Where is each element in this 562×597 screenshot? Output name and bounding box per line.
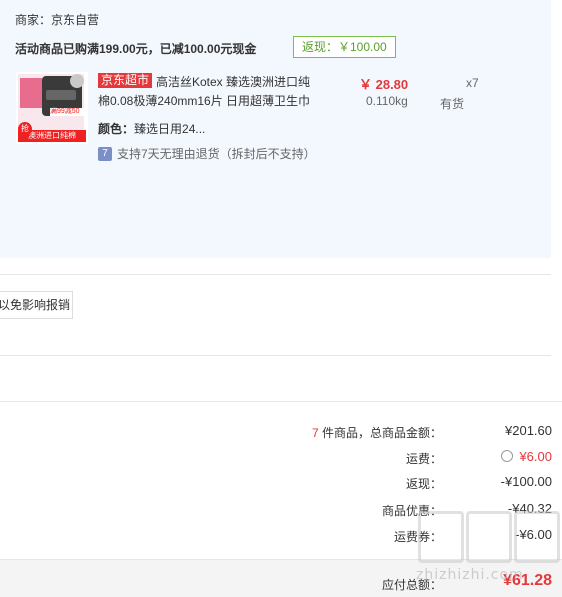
color-value: 臻选日用24...: [134, 122, 206, 136]
divider: [0, 274, 551, 275]
goods-count: 7: [311, 426, 319, 440]
jd-supermarket-tag: 京东超市: [98, 73, 153, 88]
goods-total: ¥201.60: [505, 423, 552, 438]
product-thumbnail[interactable]: 满99减50 澳洲进口纯棉 抢: [16, 72, 88, 144]
product-quantity: x7: [466, 76, 479, 90]
watermark-glyph: [466, 511, 512, 563]
thumbnail-promo-sticker: 满99减50: [50, 108, 84, 116]
merchant-label: 商家：京东自营: [15, 13, 100, 27]
goods-count-suffix: 件商品，总商品金额：: [318, 426, 442, 440]
color-label: 颜色：: [98, 122, 135, 136]
invoice-tip: 以免影响报销: [0, 291, 73, 319]
shipping-label: 运费：: [405, 452, 442, 466]
thumbnail-grab-badge: 抢: [18, 122, 32, 136]
divider: [0, 355, 551, 356]
promo-text: 活动商品已购满199.00元，已减100.00元现金: [15, 42, 257, 56]
return-policy-text: 支持7天无理由退货（拆封后不支持）: [117, 147, 316, 161]
payable-label: 应付总额：: [381, 578, 442, 592]
rebate-badge: 返现：￥100.00: [293, 36, 396, 58]
discount-label: 商品优惠：: [381, 504, 442, 518]
shipping-value: ¥6.00: [519, 449, 552, 464]
product-price: ￥ 28.80: [359, 77, 409, 92]
thumbnail-badge-circle: [70, 74, 84, 88]
total-bar: [0, 559, 562, 597]
divider: [0, 401, 562, 402]
clock-icon[interactable]: [501, 450, 514, 462]
stock-status: 有货: [440, 97, 465, 111]
return-policy-row: 7 支持7天无理由退货（拆封后不支持）: [98, 145, 316, 162]
rebate-value: -¥100.00: [500, 474, 552, 489]
thumbnail-pack-label: [46, 90, 76, 100]
thumbnail-pink-pack: [20, 78, 42, 108]
product-weight: 0.110kg: [366, 94, 408, 108]
shipping-value-wrap: ¥6.00: [501, 449, 552, 464]
return-policy-icon: 7: [98, 146, 112, 161]
color-row: 颜色：臻选日用24...: [98, 120, 205, 137]
payable-total: ¥61.28: [503, 572, 552, 589]
order-panel: 商家：京东自营 活动商品已购满199.00元，已减100.00元现金 返现：￥1…: [0, 0, 551, 258]
goods-count-label: 7 件商品，总商品金额：: [312, 424, 442, 441]
discount-value: -¥40.32: [507, 501, 552, 516]
rebate-label: 返现：: [405, 477, 442, 491]
shipping-coupon-label: 运费券：: [393, 530, 442, 544]
shipping-coupon-value: -¥6.00: [515, 527, 552, 542]
